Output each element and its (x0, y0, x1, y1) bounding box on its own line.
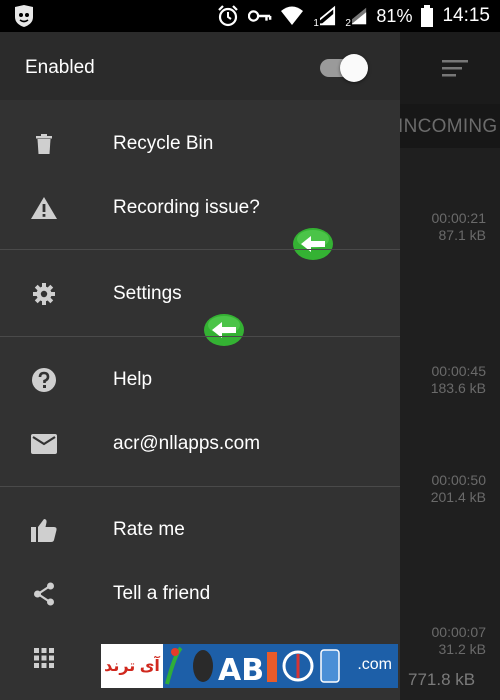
menu-item-recycle-bin[interactable]: Recycle Bin (0, 116, 400, 172)
wifi-icon (280, 5, 304, 27)
green-arrow-annotation-icon (293, 228, 333, 260)
list-item[interactable]: 00:00:50 201.4 kB (431, 472, 486, 506)
tab-incoming[interactable]: INCOMING (400, 104, 500, 148)
share-icon (30, 582, 58, 606)
menu-item-label: Help (113, 369, 153, 390)
toggle-knob (340, 54, 368, 82)
app-notification-icon (15, 5, 33, 27)
menu-item-label: acr@nllapps.com (113, 433, 261, 454)
menu-item-label: Tell a friend (113, 583, 211, 604)
menu-item-label: Recording issue? (113, 197, 260, 218)
duration: 00:00:50 (431, 472, 487, 488)
navigation-drawer: Enabled Recycle Bin Recording issue? Set… (0, 32, 400, 700)
file-size: 183.6 kB (430, 380, 486, 396)
enabled-label: Enabled (25, 57, 95, 78)
watermark-domain: .com (357, 656, 392, 673)
list-item[interactable]: 00:00:45 183.6 kB (431, 363, 486, 397)
status-bar: 1 2 81% 14:15 (0, 0, 500, 32)
duration: 00:00:45 (431, 363, 487, 379)
green-arrow-annotation-icon (204, 314, 244, 346)
signal-sim1-icon: 1 (312, 5, 336, 29)
alarm-icon (216, 5, 240, 27)
duration: 00:00:07 (431, 624, 487, 640)
clock-time: 14:15 (442, 5, 490, 26)
trash-icon (30, 132, 58, 156)
gear-icon (30, 282, 58, 306)
menu-item-email[interactable]: acr@nllapps.com (0, 416, 400, 472)
help-icon (30, 368, 58, 392)
menu-item-label: Settings (113, 283, 182, 304)
background-toolbar (400, 32, 500, 104)
menu-item-tell-a-friend[interactable]: Tell a friend (0, 566, 400, 622)
watermark-banner: آی ترند AB .com (101, 644, 398, 688)
sort-icon[interactable] (440, 58, 470, 78)
menu-item-label: Recycle Bin (113, 133, 214, 154)
menu-item-label: Rate me (113, 519, 185, 540)
recordings-list-background: INCOMING 00:00:21 87.1 kB 00:00:45 183.6… (400, 32, 500, 700)
drawer-header: Enabled (0, 32, 400, 100)
sim1-label: 1 (312, 18, 320, 29)
menu-item-help[interactable]: Help (0, 352, 400, 408)
file-size: 201.4 kB (430, 489, 486, 505)
divider (0, 249, 400, 250)
warning-icon (30, 196, 58, 220)
enabled-toggle[interactable] (318, 54, 370, 82)
apps-grid-icon (30, 646, 58, 670)
thumbs-up-icon (30, 518, 58, 542)
signal-sim2-icon: 2 (344, 5, 368, 29)
watermark-letters: AB (218, 653, 264, 688)
duration: 00:00:21 (431, 210, 487, 226)
watermark-logo: AB .com (163, 644, 398, 688)
list-item[interactable]: 00:00:07 31.2 kB (432, 624, 487, 658)
sim2-label: 2 (344, 18, 352, 29)
mail-icon (30, 432, 58, 456)
tab-incoming-label: INCOMING (400, 116, 498, 137)
menu-item-settings[interactable]: Settings (0, 266, 400, 322)
watermark-persian-text: آی ترند (101, 644, 163, 688)
vpn-key-icon (248, 5, 272, 27)
file-size: 31.2 kB (438, 641, 486, 657)
divider (0, 486, 400, 487)
file-size: 87.1 kB (438, 227, 486, 243)
file-size: 771.8 kB (408, 670, 476, 689)
menu-item-recording-issue[interactable]: Recording issue? (0, 180, 400, 236)
divider (0, 336, 400, 337)
list-item[interactable]: 00:00:21 87.1 kB (432, 210, 487, 244)
menu-item-rate-me[interactable]: Rate me (0, 502, 400, 558)
battery-percent: 81% (376, 5, 413, 26)
battery-icon (420, 5, 434, 27)
